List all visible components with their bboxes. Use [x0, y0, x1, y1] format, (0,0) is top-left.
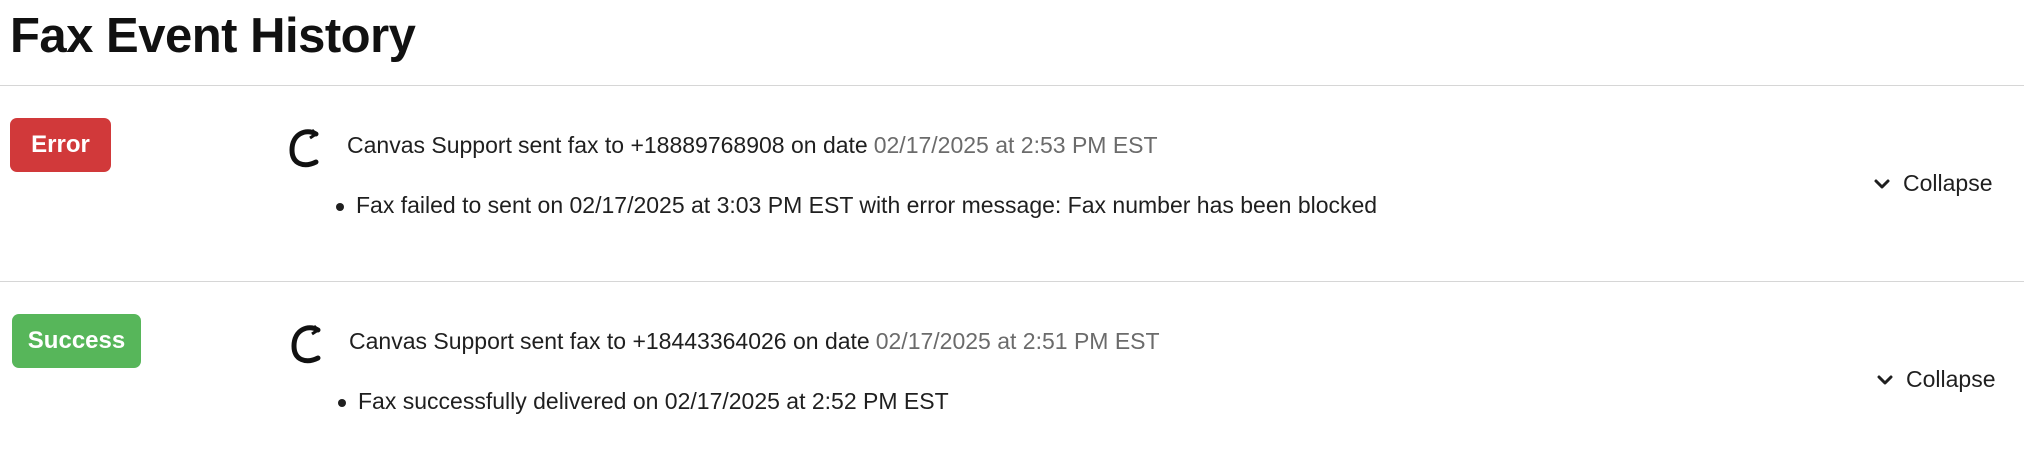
divider	[0, 85, 2024, 86]
chevron-down-icon	[1874, 179, 1890, 188]
event-action: sent fax to +18889768908 on date	[517, 132, 868, 158]
list-item: Fax successfully delivered on 02/17/2025…	[338, 388, 949, 415]
collapse-button[interactable]: Collapse	[1873, 170, 1993, 197]
status-badge: Error	[10, 118, 111, 172]
event-date: 02/17/2025 at 2:51 PM EST	[875, 328, 1160, 354]
canvas-logo-icon	[289, 128, 319, 168]
collapse-label: Collapse	[1906, 366, 1996, 392]
canvas-logo-icon	[291, 324, 321, 364]
event-details: Fax failed to sent on 02/17/2025 at 3:03…	[336, 192, 1377, 219]
list-item: Fax failed to sent on 02/17/2025 at 3:03…	[336, 192, 1377, 219]
event-row-error: Error Canvas Support sent fax to +1888976…	[0, 118, 2024, 258]
page-title: Fax Event History	[10, 9, 416, 63]
sender-name: Canvas Support	[347, 132, 512, 158]
event-summary: Canvas Support sent fax to +18443364026 o…	[349, 328, 1160, 355]
collapse-button[interactable]: Collapse	[1876, 366, 1996, 393]
event-summary: Canvas Support sent fax to +18889768908 o…	[347, 132, 1158, 159]
event-date: 02/17/2025 at 2:53 PM EST	[873, 132, 1158, 158]
divider	[0, 281, 2024, 282]
event-action: sent fax to +18443364026 on date	[519, 328, 870, 354]
chevron-down-icon	[1877, 375, 1893, 384]
status-badge: Success	[12, 314, 141, 368]
sender-name: Canvas Support	[349, 328, 514, 354]
collapse-label: Collapse	[1903, 170, 1993, 196]
event-row-success: Success Canvas Support sent fax to +18443…	[0, 314, 2024, 454]
event-details: Fax successfully delivered on 02/17/2025…	[338, 388, 949, 415]
